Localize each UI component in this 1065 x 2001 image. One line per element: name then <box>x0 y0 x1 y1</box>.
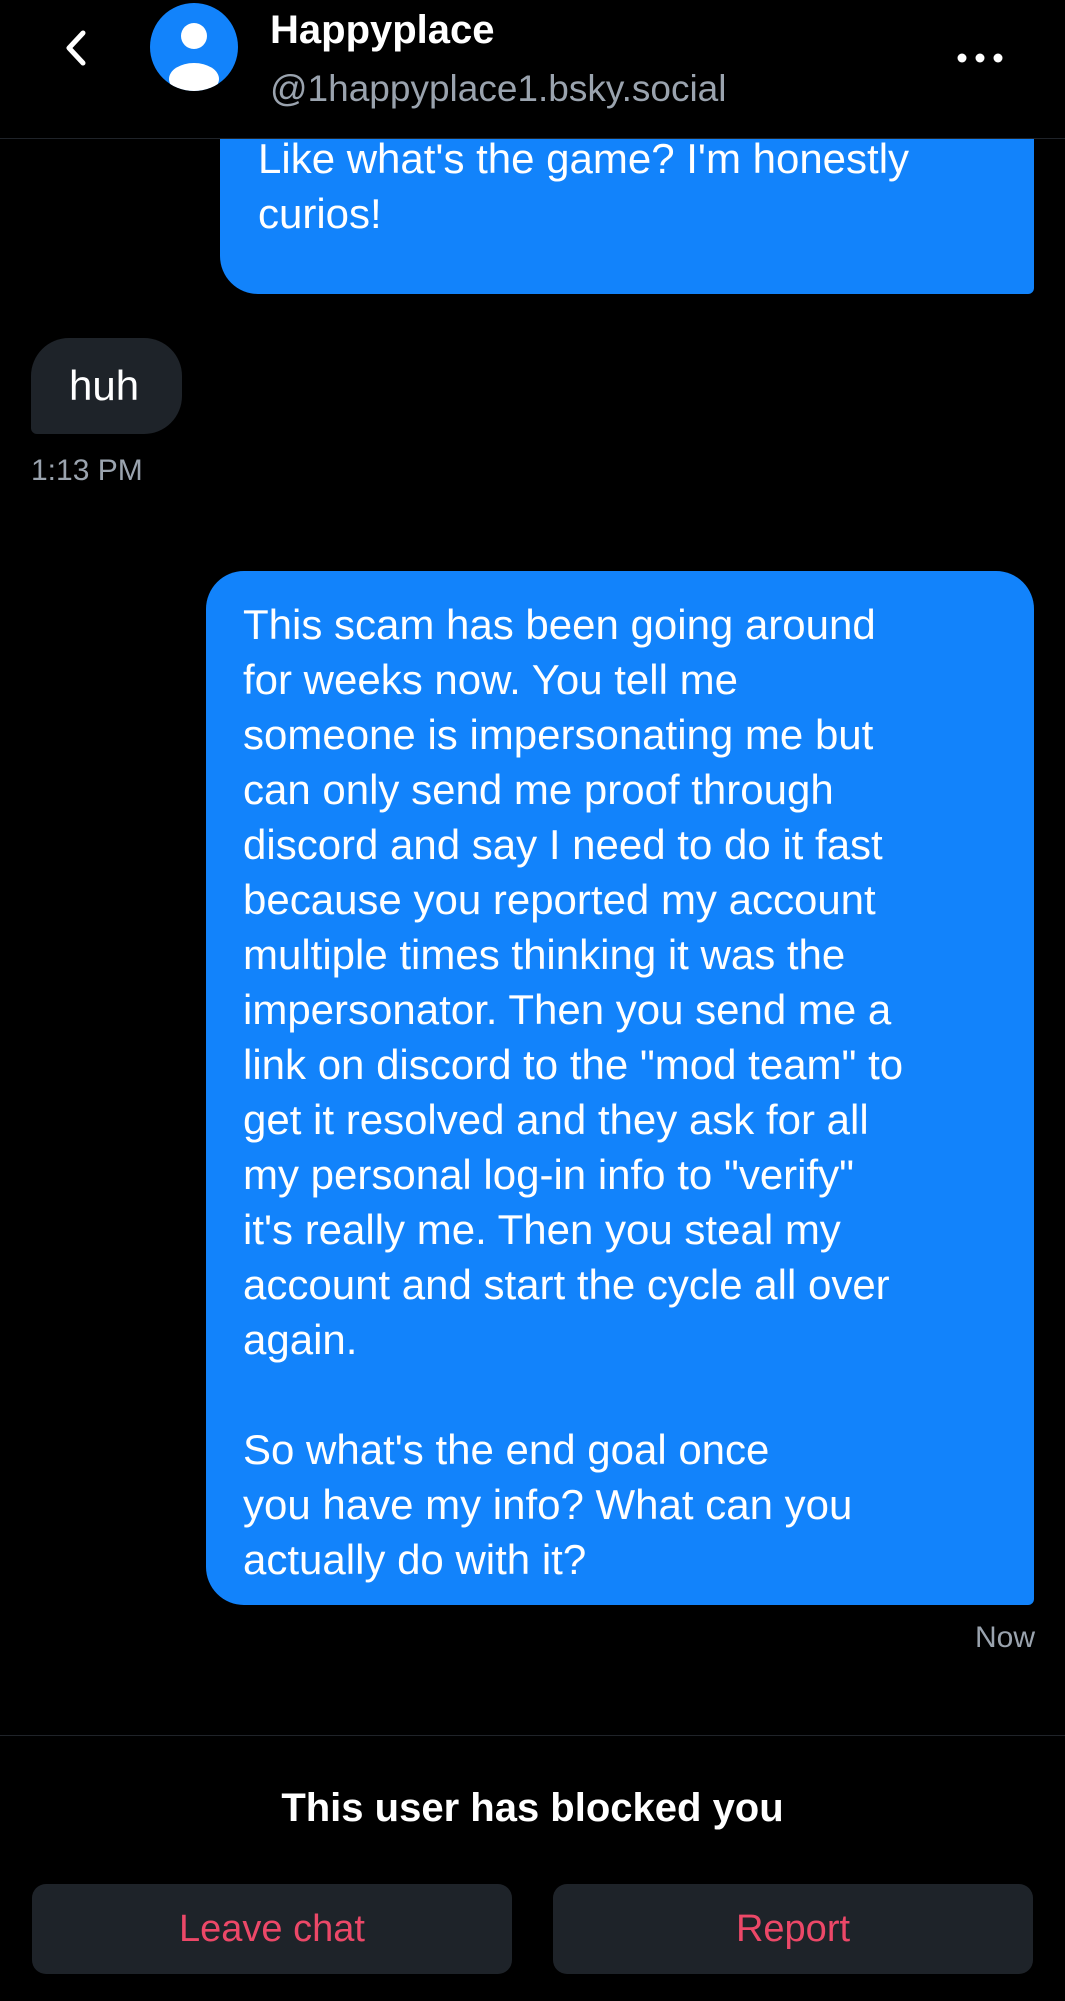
message-bubble-sent: This scam has been going around for week… <box>206 571 1034 1605</box>
default-user-avatar-icon <box>169 23 219 91</box>
message-bubble-sent: info to get at my bank account? Like wha… <box>220 138 1034 294</box>
chat-header: Happyplace @1happyplace1.bsky.social <box>0 0 1065 139</box>
back-button[interactable] <box>56 22 96 74</box>
more-horizontal-icon <box>957 53 1003 63</box>
avatar[interactable] <box>150 3 238 91</box>
message-bubble-received: huh <box>31 338 182 434</box>
chevron-left-icon <box>66 30 86 66</box>
message-timestamp: 1:13 PM <box>31 454 143 487</box>
more-options-button[interactable] <box>950 38 1010 78</box>
report-button[interactable]: Report <box>553 1884 1033 1974</box>
blocked-notice: This user has blocked you <box>281 1786 784 1830</box>
blocked-footer: This user has blocked you Leave chat Rep… <box>0 1735 1065 2001</box>
message-list[interactable]: info to get at my bank account? Like wha… <box>0 138 1065 1735</box>
leave-chat-button[interactable]: Leave chat <box>32 1884 512 1974</box>
chat-title: Happyplace <box>270 8 495 52</box>
message-timestamp: Now <box>974 1621 1035 1654</box>
chat-handle: @1happyplace1.bsky.social <box>270 68 727 109</box>
